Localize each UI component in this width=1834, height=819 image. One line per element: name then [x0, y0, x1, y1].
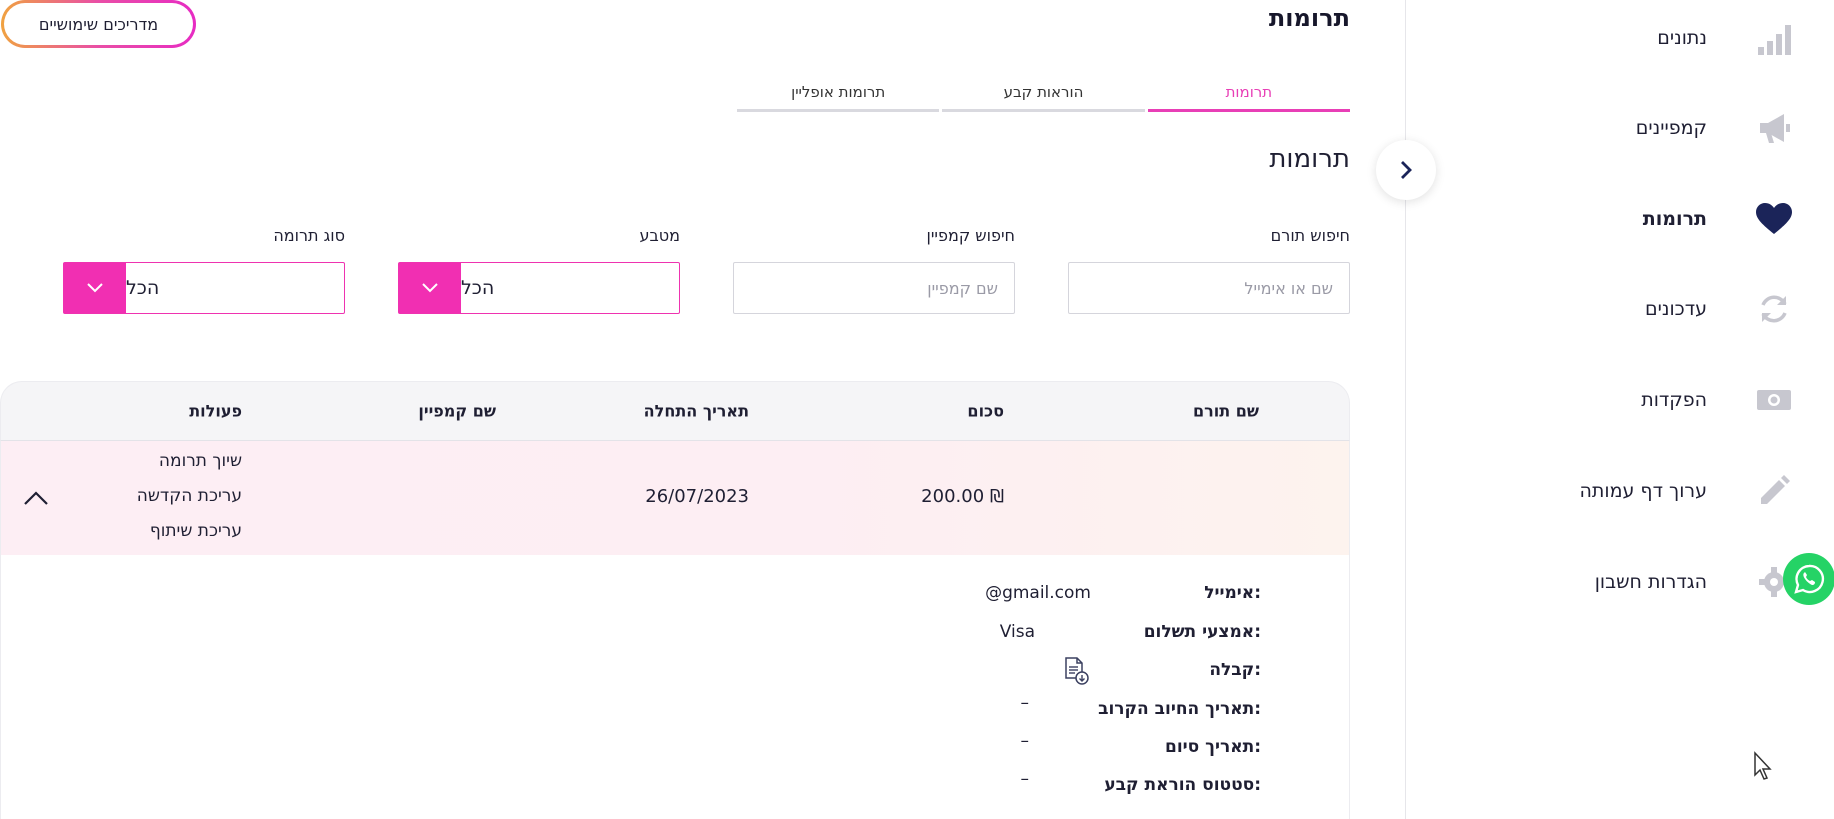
donor-search-label: חיפוש תורם	[1270, 226, 1350, 245]
column-actions: פעולות	[189, 401, 242, 421]
tab-offline-donations[interactable]: תרומות אופליין	[737, 74, 940, 112]
campaign-search-input[interactable]	[750, 278, 998, 298]
detail-receipt: קבלה:	[1, 657, 1351, 690]
whatsapp-icon	[1794, 564, 1825, 594]
sidebar-item-label: תרומות	[1642, 208, 1707, 230]
donor-search-input[interactable]	[1085, 278, 1333, 298]
collapse-row-button[interactable]	[18, 481, 54, 515]
detail-end-date: תאריך סיום: –	[1, 731, 1351, 767]
whatsapp-button[interactable]	[1783, 553, 1834, 605]
row-actions: שיוך תרומה עריכת הקדשה עריכת שיתוף	[137, 449, 242, 544]
sidebar-toggle-button[interactable]	[1376, 140, 1436, 200]
sidebar: נתונים קמפיינים תרומות עדכונים הפקדות ער…	[1405, 0, 1834, 819]
row-details: אימייל: @gmail.com אמצעי תשלום: Visa קבל…	[0, 555, 1350, 819]
donation-type-filter: סוג תרומה הכל	[63, 226, 345, 314]
sidebar-item-data[interactable]: נתונים	[1406, 10, 1834, 66]
column-donor-name: שם תורם	[1192, 401, 1259, 421]
sidebar-item-label: קמפיינים	[1635, 117, 1707, 139]
sidebar-item-edit-page[interactable]: ערוך דף עמותה	[1406, 463, 1834, 519]
donation-type-label: סוג תרומה	[273, 226, 345, 245]
payment-label: אמצעי תשלום:	[1143, 622, 1261, 642]
edit-dedication-link[interactable]: עריכת הקדשה	[137, 484, 242, 509]
campaign-search-label: חיפוש קמפיין	[926, 226, 1015, 245]
pencil-icon	[1753, 470, 1795, 512]
refresh-icon	[1753, 288, 1795, 330]
donor-search-filter: חיפוש תורם	[1068, 226, 1350, 314]
currency-select-value: הכל	[461, 277, 495, 299]
email-label: אימייל:	[1204, 583, 1261, 603]
assign-donation-link[interactable]: שיוך תרומה	[159, 449, 242, 474]
standing-order-label: סטטוס הוראת קבע:	[1104, 775, 1261, 795]
heart-icon	[1753, 198, 1795, 240]
chevron-down-icon	[422, 283, 438, 293]
bar-chart-icon	[1753, 17, 1795, 59]
chevron-down-icon	[87, 283, 103, 293]
column-amount: סכום	[967, 401, 1004, 421]
sidebar-item-campaigns[interactable]: קמפיינים	[1406, 100, 1834, 156]
campaign-search-box	[733, 262, 1015, 314]
standing-order-value: –	[1020, 769, 1030, 789]
megaphone-icon	[1753, 107, 1795, 149]
receipt-download-icon[interactable]	[1063, 656, 1091, 686]
detail-next-charge: תאריך החיוב הקרוב: –	[1, 693, 1351, 729]
table-header: שם תורם סכום תאריך התחלה שם קמפיין פעולו…	[0, 381, 1350, 441]
table-row[interactable]: 200.00 ₪ 26/07/2023 שיוך תרומה עריכת הקד…	[0, 441, 1350, 555]
sidebar-item-label: נתונים	[1657, 27, 1707, 49]
tab-donations[interactable]: תרומות	[1147, 74, 1350, 112]
sidebar-item-label: הגדרות חשבון	[1594, 571, 1707, 593]
column-campaign-name: שם קמפיין	[418, 401, 496, 421]
campaign-search-filter: חיפוש קמפיין	[733, 226, 1015, 314]
sidebar-item-updates[interactable]: עדכונים	[1406, 281, 1834, 337]
sidebar-item-deposits[interactable]: הפקדות	[1406, 372, 1834, 428]
chevron-up-icon	[24, 491, 48, 505]
detail-email: אימייל: @gmail.com	[1, 583, 1351, 613]
column-start-date: תאריך התחלה	[643, 401, 749, 421]
detail-standing-order-status: סטטוס הוראת קבע: –	[1, 769, 1351, 805]
currency-label: מטבע	[639, 226, 680, 245]
currency-filter: מטבע הכל	[398, 226, 680, 314]
page-title: תרומות	[1268, 4, 1350, 32]
cash-icon	[1753, 379, 1795, 421]
end-date-label: תאריך סיום:	[1164, 737, 1261, 757]
section-title: תרומות	[1269, 144, 1350, 174]
sidebar-item-label: עדכונים	[1645, 298, 1707, 320]
sidebar-item-account-settings[interactable]: הגדרות חשבון	[1406, 554, 1834, 610]
detail-payment: אמצעי תשלום: Visa	[1, 622, 1351, 652]
donation-type-select-value: הכל	[126, 277, 160, 299]
chevron-right-icon	[1401, 161, 1412, 179]
email-value: @gmail.com	[985, 583, 1091, 603]
row-start-date: 26/07/2023	[645, 486, 749, 507]
sidebar-item-label: ערוך דף עמותה	[1579, 480, 1707, 502]
guides-button[interactable]: מדריכים שימושיים	[1, 0, 196, 48]
donation-type-select[interactable]: הכל	[63, 262, 345, 314]
donations-table: שם תורם סכום תאריך התחלה שם קמפיין פעולו…	[0, 381, 1350, 819]
tabs-bar: תרומות הוראות קבע תרומות אופליין	[737, 74, 1350, 114]
next-charge-value: –	[1020, 693, 1030, 713]
currency-select[interactable]: הכל	[398, 262, 680, 314]
edit-sharing-link[interactable]: עריכת שיתוף	[150, 519, 242, 544]
sidebar-item-label: הפקדות	[1641, 389, 1707, 411]
next-charge-label: תאריך החיוב הקרוב:	[1098, 699, 1261, 719]
sidebar-item-donations[interactable]: תרומות	[1406, 191, 1834, 247]
tab-standing-orders[interactable]: הוראות קבע	[942, 74, 1145, 112]
mouse-cursor-icon	[1754, 751, 1772, 780]
donation-type-dropdown-button[interactable]	[64, 263, 126, 313]
donor-search-box	[1068, 262, 1350, 314]
end-date-value: –	[1020, 731, 1030, 751]
row-amount: 200.00 ₪	[921, 486, 1004, 507]
payment-value: Visa	[999, 622, 1035, 642]
receipt-label: קבלה:	[1209, 660, 1261, 680]
currency-dropdown-button[interactable]	[399, 263, 461, 313]
